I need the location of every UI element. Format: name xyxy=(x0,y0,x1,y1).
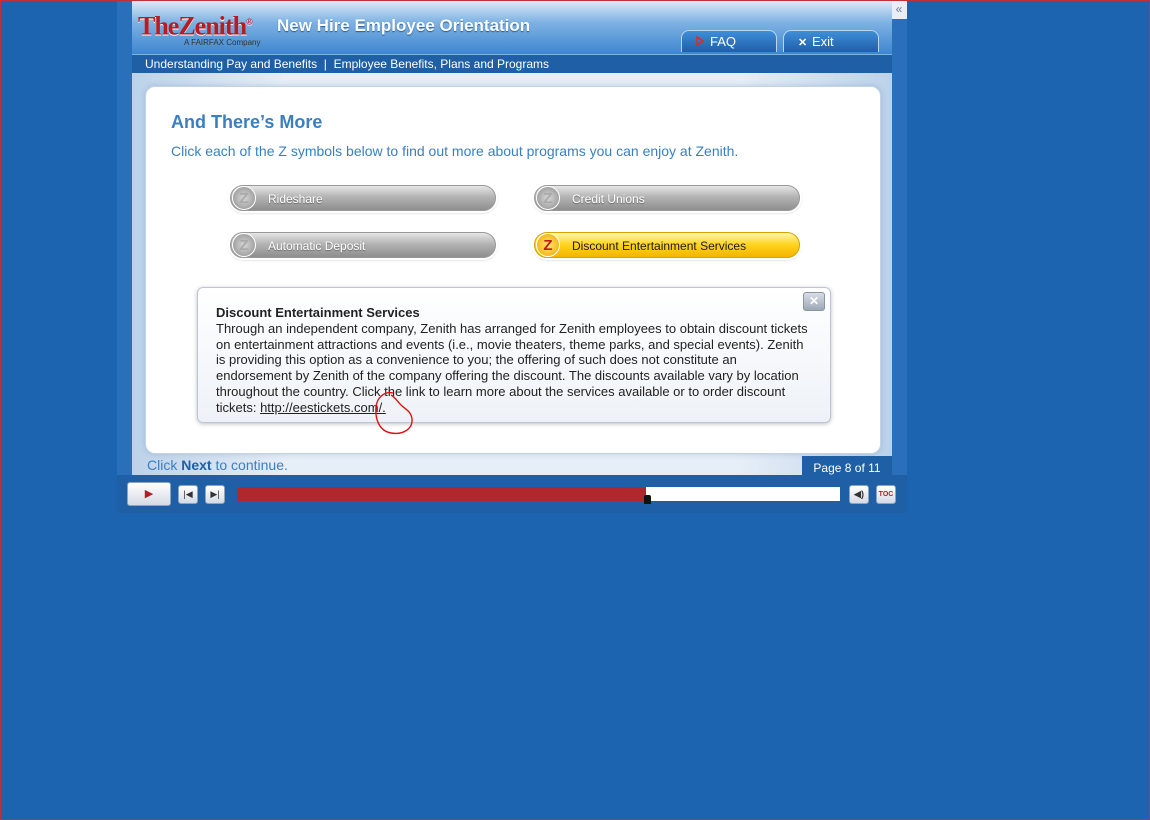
app-title: New Hire Employee Orientation xyxy=(277,16,531,35)
zenith-logo: TheZenith® A FAIRFAX Company xyxy=(138,11,261,47)
z-logo-icon: Z xyxy=(232,186,256,210)
program-button-rideshare[interactable]: Z Rideshare xyxy=(230,185,496,211)
next-button[interactable]: ▶| xyxy=(205,485,225,504)
program-label: Credit Unions xyxy=(572,192,645,206)
continue-hint: Click Next to continue. xyxy=(147,457,288,473)
close-icon: ✕ xyxy=(798,37,808,49)
faq-label: FAQ xyxy=(710,34,737,49)
program-label: Discount Entertainment Services xyxy=(572,239,747,253)
speaker-icon: ◀) xyxy=(854,489,864,499)
skip-back-icon: |◀ xyxy=(183,489,193,499)
program-label: Automatic Deposit xyxy=(268,239,366,253)
exit-label: Exit xyxy=(812,34,834,49)
play-button[interactable]: ▶ xyxy=(127,482,171,506)
z-logo-icon: Z xyxy=(536,186,560,210)
program-button-discount-entertainment[interactable]: Z Discount Entertainment Services xyxy=(534,232,800,258)
z-logo-icon: Z xyxy=(232,233,256,257)
play-icon: ▶ xyxy=(144,488,154,500)
toc-label: TOC xyxy=(878,491,894,498)
page-indicator: Page 8 of 11 xyxy=(802,456,892,476)
z-logo-icon: Z xyxy=(536,233,560,257)
play-triangle-icon xyxy=(696,32,710,54)
program-label: Rideshare xyxy=(268,192,323,206)
popup-close-button[interactable]: ✕ xyxy=(803,292,825,311)
progress-fill xyxy=(237,487,646,501)
logo-subtitle: A FAIRFAX Company xyxy=(184,38,261,47)
hint-next: Next xyxy=(181,457,212,473)
popup-title: Discount Entertainment Services xyxy=(216,305,420,320)
popup-body: Through an independent company, Zenith h… xyxy=(216,321,816,415)
faq-button[interactable]: FAQ xyxy=(681,30,777,52)
red-circle-annotation xyxy=(375,391,413,435)
breadcrumb: Understanding Pay and Benefits | Employe… xyxy=(132,54,892,74)
toc-button[interactable]: TOC xyxy=(876,485,896,504)
exit-button[interactable]: ✕ Exit xyxy=(783,30,879,52)
collapse-icon[interactable]: « xyxy=(891,1,907,19)
info-popup: ✕ Discount Entertainment Services Throug… xyxy=(197,287,831,423)
progress-bar[interactable] xyxy=(237,487,840,504)
eestickets-link[interactable]: http://eestickets.com/. xyxy=(260,400,386,415)
program-button-automatic-deposit[interactable]: Z Automatic Deposit xyxy=(230,232,496,258)
logo-text: TheZenith xyxy=(138,11,247,41)
skip-forward-icon: ▶| xyxy=(210,489,220,499)
progress-handle[interactable] xyxy=(644,495,651,504)
page-title: And There’s More xyxy=(171,112,323,132)
instruction-text: Click each of the Z symbols below to fin… xyxy=(171,143,739,159)
program-button-credit-unions[interactable]: Z Credit Unions xyxy=(534,185,800,211)
breadcrumb-text: Understanding Pay and Benefits | Employe… xyxy=(145,57,550,71)
hint-suffix: to continue. xyxy=(211,457,288,473)
volume-button[interactable]: ◀) xyxy=(849,485,869,504)
previous-button[interactable]: |◀ xyxy=(178,485,198,504)
hint-prefix: Click xyxy=(147,457,182,473)
